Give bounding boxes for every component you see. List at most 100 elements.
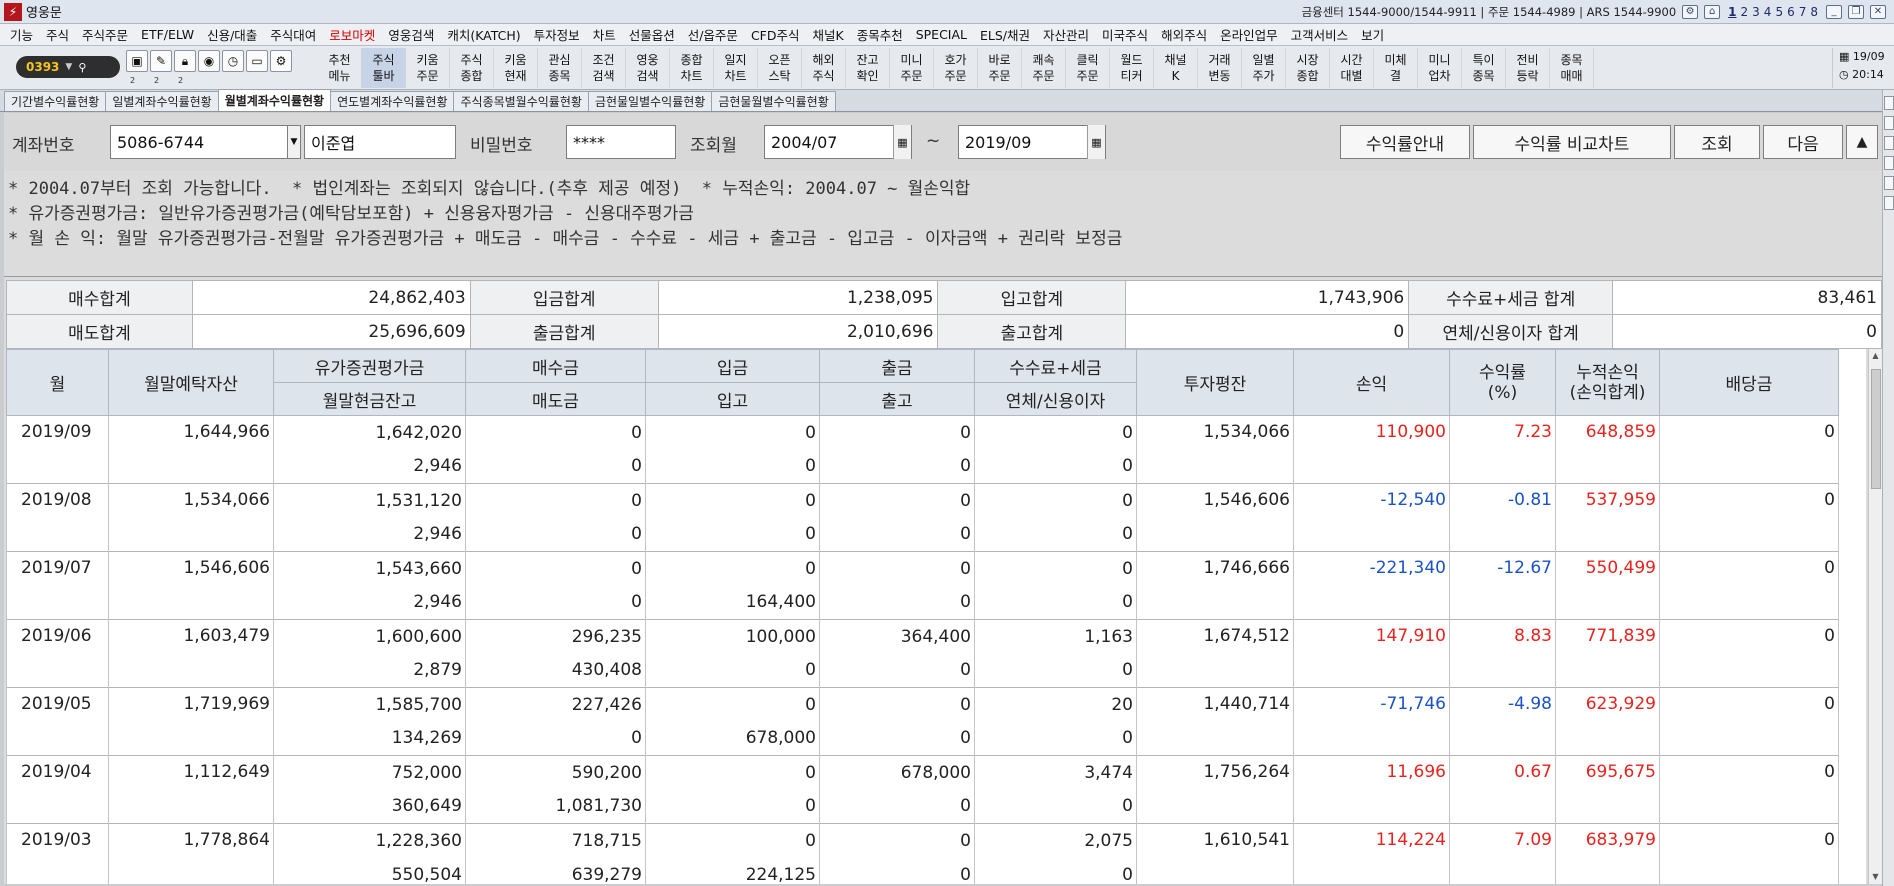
menu-item-2[interactable]: 주식주문 (82, 25, 128, 44)
table-row[interactable]: 2019/07 1,546,606 1,543,660 0 0 0 0 1,746,666 -2… (6, 551, 1867, 620)
table-row[interactable]: 2019/06 1,603,479 1,600,600 296,235 100,000 3… (6, 619, 1867, 688)
collapse-up-button[interactable]: ▲ (1846, 125, 1878, 159)
quick-button-18[interactable]: 월드 티커 (1110, 48, 1154, 88)
menu-item-19[interactable]: 미국주식 (1102, 25, 1148, 44)
side-tool-icon[interactable] (1884, 196, 1894, 210)
account-dropdown-button[interactable]: ▼ (287, 125, 301, 159)
side-tool-icon[interactable] (1884, 156, 1894, 170)
col-sell[interactable]: 매도금 (465, 382, 646, 416)
col-return[interactable]: 수익률 (%) (1449, 349, 1556, 416)
menu-item-20[interactable]: 해외주식 (1161, 25, 1207, 44)
menu-item-13[interactable]: CFD주식 (751, 25, 800, 44)
quick-button-1[interactable]: 주식 툴바 (362, 48, 406, 88)
return-compare-chart-button[interactable]: 수익률 비교차트 (1473, 125, 1671, 159)
restore-icon[interactable]: ❐ (1848, 5, 1864, 19)
menu-item-4[interactable]: 신용/대출 (207, 25, 257, 44)
menu-item-11[interactable]: 선물옵션 (629, 25, 675, 44)
screen-number-6[interactable]: 6 (1787, 5, 1795, 19)
tab-5[interactable]: 금현물일별수익률현황 (587, 91, 713, 111)
tab-3[interactable]: 연도별계좌수익률현황 (330, 91, 455, 111)
quick-button-12[interactable]: 잔고 확인 (846, 48, 890, 88)
quick-button-0[interactable]: 추천 메뉴 (318, 48, 362, 88)
menu-item-6[interactable]: 로보마켓 (329, 25, 375, 44)
quick-button-21[interactable]: 일별 주가 (1242, 48, 1286, 88)
clock-icon[interactable]: ◷ (222, 50, 244, 72)
col-out-stock[interactable]: 출고 (819, 382, 975, 416)
menu-item-18[interactable]: 자산관리 (1043, 25, 1089, 44)
menu-item-10[interactable]: 차트 (593, 25, 616, 44)
table-row[interactable]: 2019/05 1,719,969 1,585,700 227,426 0 0 20 1,44… (6, 687, 1867, 756)
quick-button-24[interactable]: 미체 결 (1374, 48, 1418, 88)
screen-number-8[interactable]: 8 (1810, 5, 1818, 19)
col-cash-balance[interactable]: 월말현금잔고 (273, 382, 466, 416)
close-icon[interactable]: ✕ (1870, 5, 1886, 19)
lock-icon[interactable]: 🔒︎ 2 (174, 50, 196, 85)
scroll-up-arrow[interactable]: ▲ (1869, 349, 1882, 363)
side-tool-icon[interactable] (1884, 136, 1894, 150)
side-tool-icon[interactable] (1884, 176, 1894, 190)
grid-vertical-scrollbar[interactable]: ▲ ▼ (1868, 349, 1882, 884)
menu-item-17[interactable]: ELS/채권 (980, 25, 1030, 44)
menu-item-21[interactable]: 온라인업무 (1220, 25, 1278, 44)
tab-0[interactable]: 기간별수익률현황 (4, 91, 107, 111)
minimize-icon[interactable]: _ (1826, 5, 1842, 19)
tab-6[interactable]: 금현물월별수익률현황 (711, 91, 836, 111)
settings-icon[interactable]: ⚙ (1682, 5, 1699, 19)
quick-button-17[interactable]: 클릭 주문 (1066, 48, 1110, 88)
tab-4[interactable]: 주식종목별월수익률현황 (453, 91, 589, 111)
quick-button-7[interactable]: 영웅 검색 (626, 48, 670, 88)
quick-button-14[interactable]: 호가 주문 (934, 48, 978, 88)
col-cumulative[interactable]: 누적손익 (손익합계) (1555, 349, 1660, 416)
tab-2[interactable]: 월별계좌수익률현황 (217, 89, 332, 111)
monitor-icon[interactable]: ▭ (246, 50, 268, 72)
quick-button-9[interactable]: 일지 차트 (714, 48, 758, 88)
col-month[interactable]: 월 (6, 349, 109, 416)
col-pnl[interactable]: 손익 (1293, 349, 1450, 416)
screen-number-5[interactable]: 5 (1775, 5, 1783, 19)
scrollbar-thumb[interactable] (1871, 369, 1881, 489)
menu-item-5[interactable]: 주식대여 (270, 25, 316, 44)
menu-item-16[interactable]: SPECIAL (916, 27, 967, 42)
quick-button-28[interactable]: 종목 매매 (1550, 48, 1594, 88)
table-row[interactable]: 2019/03 1,778,864 1,228,360 718,715 0 0 2,075 1… (6, 823, 1867, 884)
menu-item-7[interactable]: 영웅검색 (388, 25, 434, 44)
quick-button-27[interactable]: 전비 등락 (1506, 48, 1550, 88)
col-interest[interactable]: 연체/신용이자 (974, 382, 1137, 416)
calendar-icon[interactable]: ▦ (893, 125, 911, 159)
col-in-stock[interactable]: 입고 (645, 382, 820, 416)
menu-item-22[interactable]: 고객서비스 (1291, 25, 1349, 44)
col-fee-tax[interactable]: 수수료+세금 (974, 349, 1137, 383)
col-dividend[interactable]: 배당금 (1659, 349, 1839, 416)
tab-1[interactable]: 일별계좌수익률현황 (105, 91, 219, 111)
menu-item-1[interactable]: 주식 (46, 25, 69, 44)
quick-button-10[interactable]: 오픈 스탁 (758, 48, 802, 88)
col-sec-eval[interactable]: 유가증권평가금 (273, 349, 466, 383)
calendar-icon[interactable]: ▦ (1087, 125, 1105, 159)
quick-button-6[interactable]: 조건 검색 (582, 48, 626, 88)
quick-button-3[interactable]: 주식 종합 (450, 48, 494, 88)
account-code-select[interactable]: 0393 ▼ ⚲ (16, 56, 120, 78)
account-number-input[interactable]: 5086-6744 (110, 125, 288, 159)
side-tool-icon[interactable] (1884, 116, 1894, 130)
from-month-input[interactable]: 2004/07 ▦ (764, 125, 912, 159)
quick-button-5[interactable]: 관심 종목 (538, 48, 582, 88)
gear-icon[interactable]: ⚙ (270, 50, 292, 72)
quick-button-16[interactable]: 쾌속 주문 (1022, 48, 1066, 88)
col-eom-deposit[interactable]: 월말예탁자산 (108, 349, 274, 416)
quick-button-15[interactable]: 바로 주문 (978, 48, 1022, 88)
screen-number-7[interactable]: 7 (1799, 5, 1807, 19)
to-month-input[interactable]: 2019/09 ▦ (958, 125, 1106, 159)
scroll-down-arrow[interactable]: ▼ (1869, 870, 1882, 884)
screen-number-2[interactable]: 2 (1741, 5, 1749, 19)
menu-item-9[interactable]: 투자정보 (534, 25, 580, 44)
quick-button-25[interactable]: 미니 업차 (1418, 48, 1462, 88)
quick-button-2[interactable]: 키움 주문 (406, 48, 450, 88)
quick-button-26[interactable]: 특이 종목 (1462, 48, 1506, 88)
quick-button-22[interactable]: 시장 종합 (1286, 48, 1330, 88)
col-deposit[interactable]: 입금 (645, 349, 820, 383)
menu-item-3[interactable]: ETF/ELW (141, 27, 194, 42)
menu-item-23[interactable]: 보기 (1361, 25, 1384, 44)
quick-button-19[interactable]: 채널 K (1154, 48, 1198, 88)
screen-number-3[interactable]: 3 (1752, 5, 1760, 19)
password-input[interactable]: **** (566, 125, 676, 159)
